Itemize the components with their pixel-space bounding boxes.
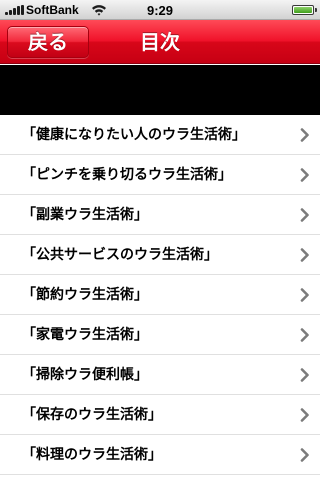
list-item-label: 「料理のウラ生活術」 xyxy=(22,447,162,463)
battery-icon xyxy=(292,5,314,15)
chevron-right-icon xyxy=(300,408,309,422)
list-item[interactable]: 「健康になりたい人のウラ生活術」 xyxy=(0,115,320,155)
chevron-right-icon xyxy=(300,128,309,142)
list-item-label: 「公共サービスのウラ生活術」 xyxy=(22,247,218,263)
list-item-label: 「家電ウラ生活術」 xyxy=(22,327,148,343)
back-button[interactable]: 戻る xyxy=(7,26,89,58)
navigation-bar: 戻る 目次 xyxy=(0,20,320,64)
list-item[interactable]: 「ピンチを乗り切るウラ生活術」 xyxy=(0,155,320,195)
chevron-right-icon xyxy=(300,288,309,302)
chevron-right-icon xyxy=(300,328,309,342)
chevron-right-icon xyxy=(300,448,309,462)
list-item[interactable]: 「節約ウラ生活術」 xyxy=(0,275,320,315)
list-item[interactable]: 「副業ウラ生活術」 xyxy=(0,195,320,235)
chevron-right-icon xyxy=(300,208,309,222)
page-title: 目次 xyxy=(140,30,180,54)
list-item[interactable]: 「保存のウラ生活術」 xyxy=(0,395,320,435)
list-item-label: 「節約ウラ生活術」 xyxy=(22,287,148,303)
list-item[interactable]: 「家電ウラ生活術」 xyxy=(0,315,320,355)
battery-tip xyxy=(315,8,317,12)
chevron-right-icon xyxy=(300,168,309,182)
clock: 9:29 xyxy=(146,3,174,18)
status-bar: SoftBank 9:29 xyxy=(0,0,320,20)
list-item-label: 「健康になりたい人のウラ生活術」 xyxy=(22,127,246,143)
list-item[interactable]: 「料理のウラ生活術」 xyxy=(0,435,320,475)
list-item[interactable]: 「公共サービスのウラ生活術」 xyxy=(0,235,320,275)
chevron-right-icon xyxy=(300,368,309,382)
list-item[interactable]: 「掃除ウラ便利帳」 xyxy=(0,355,320,395)
list-item-label: 「掃除ウラ便利帳」 xyxy=(22,367,148,383)
ad-banner[interactable] xyxy=(0,65,320,115)
list-item-label: 「副業ウラ生活術」 xyxy=(22,207,148,223)
table-of-contents-list: 「健康になりたい人のウラ生活術」 「ピンチを乗り切るウラ生活術」 「副業ウラ生活… xyxy=(0,115,320,480)
battery-level xyxy=(294,7,312,13)
list-item-label: 「ピンチを乗り切るウラ生活術」 xyxy=(22,167,232,183)
chevron-right-icon xyxy=(300,248,309,262)
list-item-label: 「保存のウラ生活術」 xyxy=(22,407,162,423)
